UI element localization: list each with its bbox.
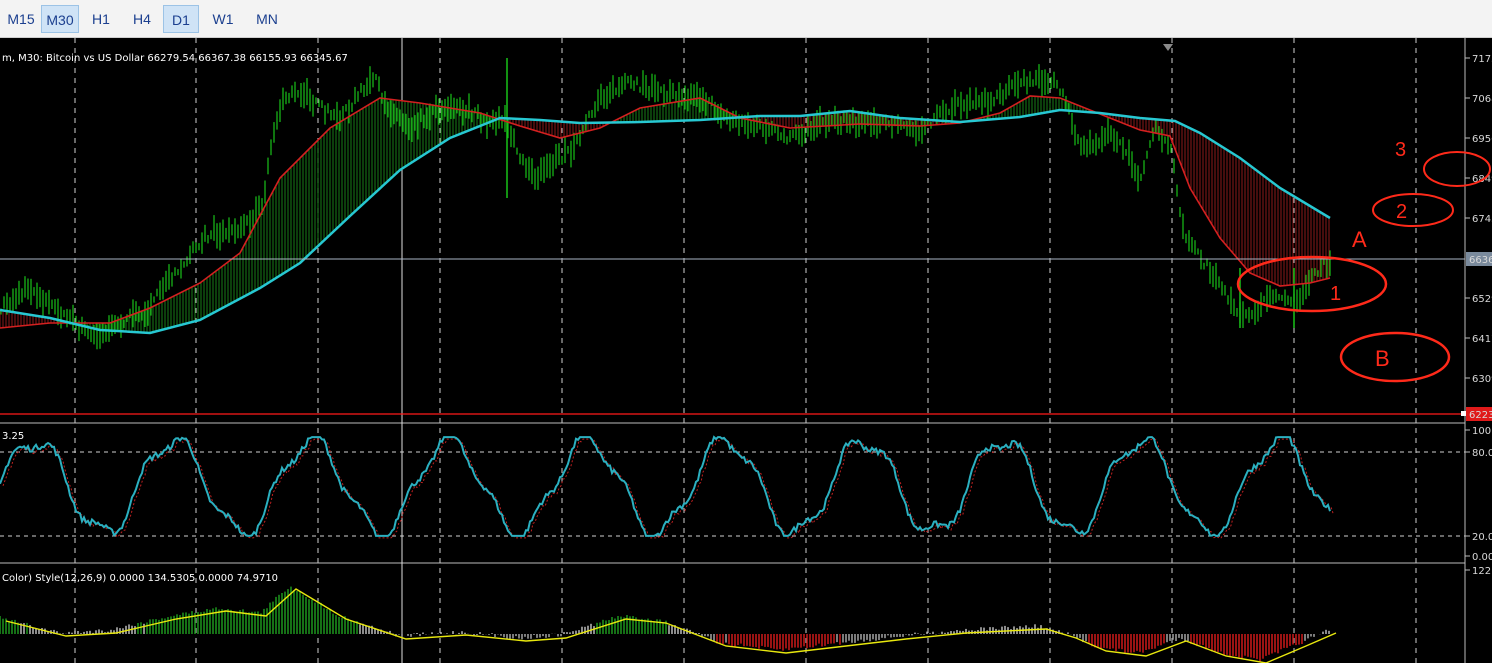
chart-canvas[interactable]: m, M30: Bitcoin vs US Dollar 66279.54 66…	[0, 38, 1492, 663]
stoch-level-label: 0.00	[1472, 552, 1492, 563]
stochastic-legend: 3.25	[2, 431, 24, 442]
red-level-value: 6223	[1469, 410, 1492, 421]
main-pane-legend: m, M30: Bitcoin vs US Dollar 66279.54 66…	[2, 53, 348, 64]
annotation-label-2: 2	[1396, 201, 1407, 223]
macd-legend: Color) Style(12,26,9) 0.0000 134.5305 0.…	[2, 573, 278, 584]
annotation-label-a: A	[1352, 227, 1367, 252]
annotation-label-b: B	[1375, 346, 1390, 371]
price-label: 6743	[1472, 214, 1492, 225]
macd-scale-label: 122	[1472, 566, 1491, 577]
timeframe-h1-button[interactable]: H1	[84, 5, 118, 33]
price-label: 7173	[1472, 54, 1492, 65]
price-label: 7068	[1472, 94, 1492, 105]
current-price-value: 6636	[1469, 255, 1492, 266]
stoch-level-label: 20.0	[1472, 532, 1492, 543]
price-label: 6417	[1472, 334, 1492, 345]
timeframe-w1-button[interactable]: W1	[204, 5, 242, 33]
timeframe-m15-button[interactable]: M15	[3, 5, 39, 33]
price-label: 6956	[1472, 134, 1492, 145]
stoch-level-label: 100	[1472, 426, 1491, 437]
timeframe-d1-button[interactable]: D1	[163, 5, 199, 33]
timeframe-h4-button[interactable]: H4	[123, 5, 161, 33]
level-handle[interactable]	[1461, 411, 1466, 416]
timeframe-mn-button[interactable]: MN	[247, 5, 287, 33]
annotation-label-1: 1	[1330, 283, 1341, 305]
price-label: 6309	[1472, 374, 1492, 385]
stoch-level-label: 80.0	[1472, 448, 1492, 459]
timeframe-m30-button[interactable]: M30	[41, 5, 79, 33]
annotation-label-3: 3	[1395, 139, 1406, 161]
timeframe-toolbar: M15 M30 H1 H4 D1 W1 MN	[0, 0, 1492, 38]
price-label: 6529	[1472, 294, 1492, 305]
